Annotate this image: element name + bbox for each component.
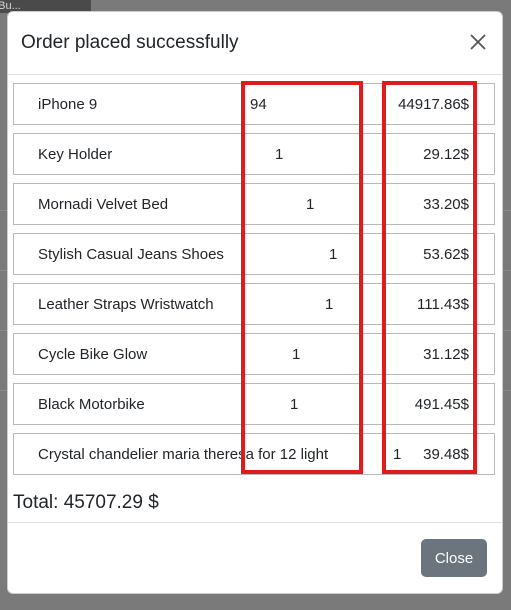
close-button[interactable]: Close	[421, 539, 487, 577]
modal-title: Order placed successfully	[21, 32, 239, 53]
item-name: iPhone 9	[38, 96, 98, 113]
close-icon[interactable]	[468, 32, 488, 52]
quantity-highlight-box	[241, 81, 363, 474]
price-highlight-box	[382, 81, 477, 474]
order-total: Total: 45707.29 $	[13, 492, 159, 513]
item-name: Cycle Bike Glow	[38, 346, 148, 363]
modal-footer: Close	[8, 522, 502, 593]
item-name: Key Holder	[38, 146, 113, 163]
item-name: Leather Straps Wristwatch	[38, 296, 214, 313]
item-name: Mornadi Velvet Bed	[38, 196, 169, 213]
item-name: Stylish Casual Jeans Shoes	[38, 246, 224, 263]
item-name: Black Motorbike	[38, 396, 145, 413]
modal-header: Order placed successfully	[8, 12, 502, 75]
order-success-modal: Order placed successfully iPhone 9 94 44…	[7, 11, 503, 594]
